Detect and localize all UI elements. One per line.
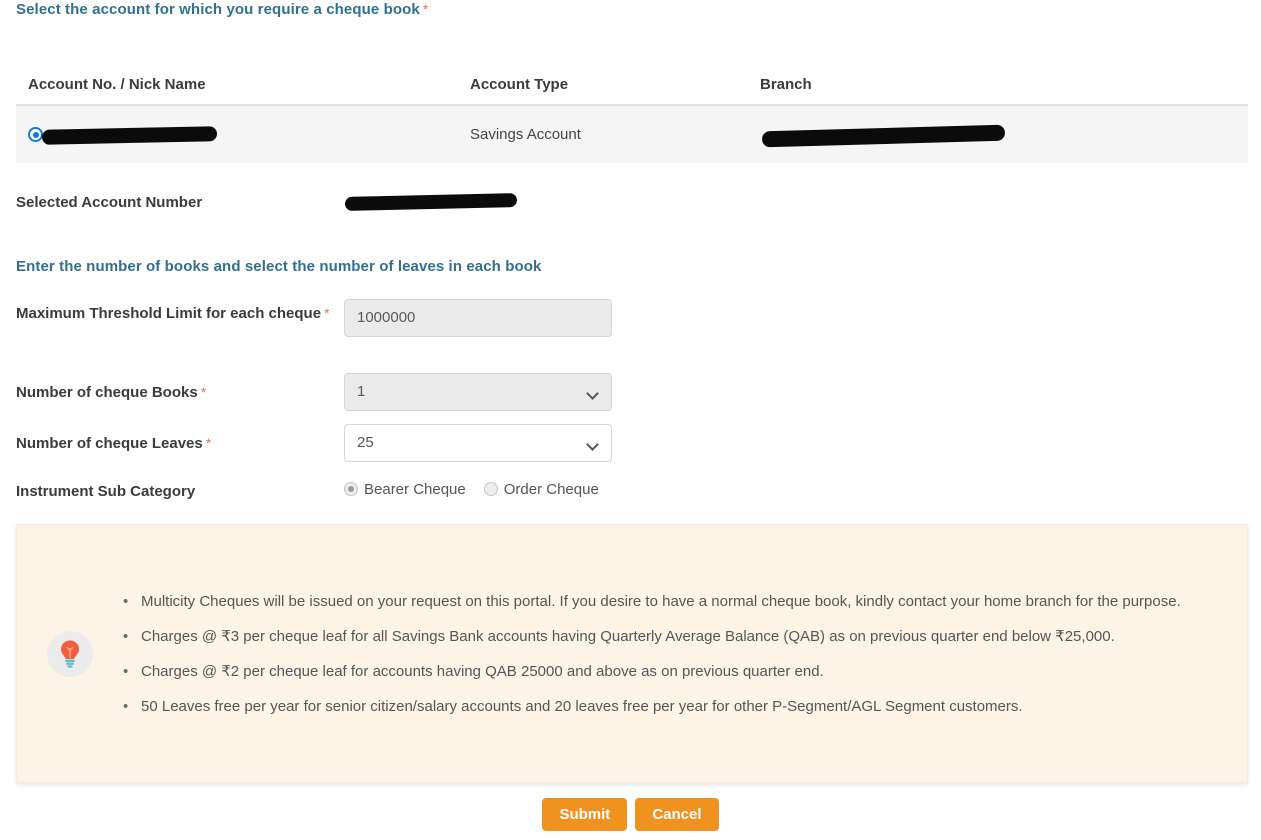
instrument-sub-category-label: Instrument Sub Category xyxy=(16,483,196,500)
leaves-required-asterisk: * xyxy=(205,435,212,451)
number-of-leaves-label: Number of cheque Leaves * xyxy=(16,429,211,458)
redaction-mark-selected-account xyxy=(344,193,518,211)
accounts-table: Account No. / Nick Name Account Type Bra… xyxy=(16,64,1248,163)
cheque-book-request-page: Select the account for which you require… xyxy=(0,0,1261,840)
column-header-account-type: Account Type xyxy=(470,76,569,93)
radio-option-order-cheque[interactable]: Order Cheque xyxy=(483,481,599,498)
account-select-radio[interactable] xyxy=(28,127,43,142)
threshold-required-asterisk: * xyxy=(324,305,330,321)
threshold-limit-label: Maximum Threshold Limit for each cheque * xyxy=(16,299,336,328)
info-icon-wrap xyxy=(17,630,123,677)
books-required-asterisk: * xyxy=(200,384,207,400)
list-item: Multicity Cheques will be issued on your… xyxy=(123,584,1217,619)
chevron-down-icon xyxy=(586,438,599,451)
instrument-sub-category-radio-group: Bearer Cheque Order Cheque xyxy=(344,481,617,498)
number-of-leaves-label-text: Number of cheque Leaves xyxy=(16,435,203,452)
number-of-leaves-value: 25 xyxy=(357,434,374,451)
radio-label-order-cheque: Order Cheque xyxy=(503,481,599,498)
column-header-account-no: Account No. / Nick Name xyxy=(28,76,206,93)
section-heading-enter-books: Enter the number of books and select the… xyxy=(16,258,542,275)
threshold-limit-label-text: Maximum Threshold Limit for each cheque xyxy=(16,305,322,322)
page-title-select-account: Select the account for which you require… xyxy=(16,1,428,18)
chevron-down-icon xyxy=(586,387,599,400)
number-of-books-select[interactable]: 1 xyxy=(344,373,612,411)
number-of-books-value: 1 xyxy=(357,383,366,400)
radio-option-bearer-cheque[interactable]: Bearer Cheque xyxy=(344,481,466,498)
list-item: 50 Leaves free per year for senior citiz… xyxy=(123,689,1217,724)
info-list: Multicity Cheques will be issued on your… xyxy=(123,584,1247,724)
radio-order-cheque[interactable] xyxy=(483,482,498,496)
list-item: Charges @ ₹2 per cheque leaf for account… xyxy=(123,654,1217,689)
required-asterisk: * xyxy=(422,1,429,17)
radio-bearer-cheque[interactable] xyxy=(344,482,358,496)
lightbulb-icon xyxy=(47,630,93,677)
number-of-books-label: Number of cheque Books * xyxy=(16,378,206,407)
threshold-limit-input[interactable]: 1000000 xyxy=(344,299,612,337)
radio-label-bearer-cheque: Bearer Cheque xyxy=(364,481,466,498)
number-of-leaves-select[interactable]: 25 xyxy=(344,424,612,462)
number-of-books-label-text: Number of cheque Books xyxy=(16,384,198,401)
accounts-table-header: Account No. / Nick Name Account Type Bra… xyxy=(16,64,1248,106)
column-header-branch: Branch xyxy=(760,76,812,93)
action-button-bar: Submit Cancel xyxy=(0,798,1261,831)
info-panel: Multicity Cheques will be issued on your… xyxy=(16,524,1248,783)
select-account-heading-text: Select the account for which you require… xyxy=(16,1,420,18)
list-item: Charges @ ₹3 per cheque leaf for all Sav… xyxy=(123,619,1217,654)
cell-account-type: Savings Account xyxy=(470,126,581,143)
cancel-button[interactable]: Cancel xyxy=(635,798,719,831)
submit-button[interactable]: Submit xyxy=(542,798,628,831)
selected-account-number-label: Selected Account Number xyxy=(16,194,203,211)
